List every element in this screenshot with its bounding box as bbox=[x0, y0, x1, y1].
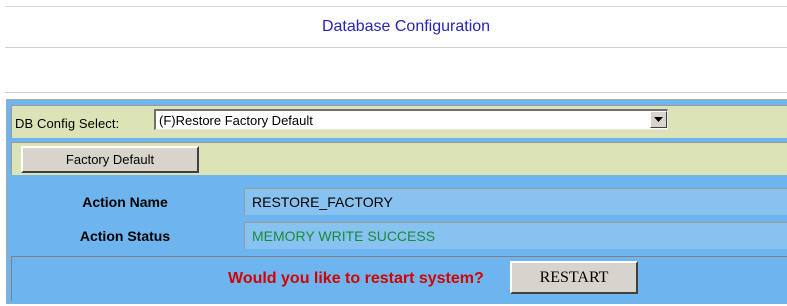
config-select-label: DB Config Select: bbox=[15, 116, 120, 131]
factory-default-row: Factory Default bbox=[11, 142, 787, 175]
page-title: Database Configuration bbox=[321, 18, 491, 35]
restart-row: Would you like to restart system? RESTAR… bbox=[11, 256, 787, 301]
restart-question: Would you like to restart system? bbox=[228, 270, 484, 287]
title-bar: Database Configuration bbox=[5, 6, 787, 48]
restart-button[interactable]: RESTART bbox=[510, 261, 638, 294]
config-select-dropdown[interactable]: (F)Restore Factory Default bbox=[154, 109, 668, 130]
action-status-row: Action Status MEMORY WRITE SUCCESS bbox=[11, 222, 787, 249]
empty-row bbox=[5, 48, 787, 93]
page: Database Configuration DB Config Select:… bbox=[0, 0, 787, 306]
action-status-label: Action Status bbox=[79, 227, 171, 244]
chevron-down-icon bbox=[654, 116, 663, 122]
action-name-row: Action Name RESTORE_FACTORY bbox=[11, 188, 787, 215]
action-name-label: Action Name bbox=[82, 193, 168, 210]
action-status-value: MEMORY WRITE SUCCESS bbox=[244, 222, 787, 249]
config-select-value: (F)Restore Factory Default bbox=[159, 113, 313, 128]
config-select-row: DB Config Select: (F)Restore Factory Def… bbox=[11, 105, 787, 138]
factory-default-button[interactable]: Factory Default bbox=[21, 146, 199, 173]
dropdown-arrow-icon[interactable] bbox=[650, 111, 667, 128]
action-name-value: RESTORE_FACTORY bbox=[244, 188, 787, 215]
config-panel: DB Config Select: (F)Restore Factory Def… bbox=[6, 99, 787, 304]
